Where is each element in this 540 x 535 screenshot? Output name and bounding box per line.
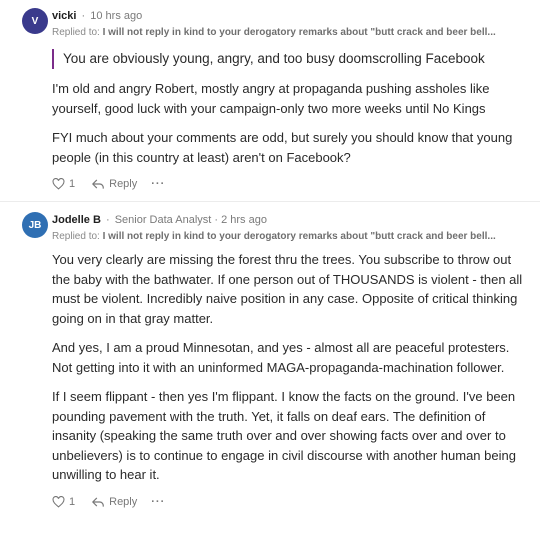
replied-to[interactable]: Replied to: I will not reply in kind to … (52, 230, 526, 244)
comment-paragraph: FYI much about your comments are odd, bu… (52, 130, 513, 165)
comment: V vicki · 10 hrs ago Replied to: I will … (0, 0, 540, 201)
more-options-icon[interactable]: ··· (151, 178, 165, 190)
comment-actions: 1 Reply ··· (52, 178, 526, 190)
replied-to-text: I will not reply in kind to your derogat… (102, 231, 496, 242)
timestamp: 10 hrs ago (90, 10, 143, 22)
comment-paragraph: If I seem flippant - then yes I'm flippa… (52, 389, 516, 482)
replied-to[interactable]: Replied to: I will not reply in kind to … (52, 26, 526, 40)
heart-icon (52, 178, 65, 190)
comment-paragraph: And yes, I am a proud Minnesotan, and ye… (52, 340, 510, 375)
author-name[interactable]: vicki (52, 10, 76, 22)
like-count: 1 (69, 178, 76, 190)
author-meta: Senior Data Analyst · 2 hrs ago (114, 214, 267, 226)
comment-header: Jodelle B · Senior Data Analyst · 2 hrs … (52, 212, 526, 228)
like-button[interactable]: 1 (52, 495, 76, 508)
replied-to-prefix: Replied to: (52, 27, 100, 38)
replied-to-prefix: Replied to: (52, 231, 100, 242)
comment: JB Jodelle B · Senior Data Analyst · 2 h… (0, 202, 540, 508)
comment-actions: 1 Reply ··· (52, 495, 526, 508)
separator: · (105, 214, 110, 226)
separator: · (81, 10, 86, 22)
like-count: 1 (69, 495, 76, 508)
reply-label: Reply (109, 495, 138, 508)
comment-paragraph: You very clearly are missing the forest … (52, 252, 523, 326)
more-options-icon[interactable]: ··· (151, 496, 165, 508)
avatar[interactable]: JB (22, 212, 48, 238)
reply-button[interactable]: Reply (91, 496, 137, 508)
replied-to-text: I will not reply in kind to your derogat… (102, 27, 496, 38)
avatar[interactable]: V (22, 8, 48, 34)
quoted-text: You are obviously young, angry, and too … (52, 49, 526, 69)
comment-header: vicki · 10 hrs ago (52, 8, 526, 24)
reply-arrow-icon (91, 496, 105, 508)
comment-paragraph: I'm old and angry Robert, mostly angry a… (52, 81, 490, 116)
reply-label: Reply (109, 178, 138, 190)
author-name[interactable]: Jodelle B (52, 214, 101, 226)
reply-arrow-icon (91, 178, 105, 190)
like-button[interactable]: 1 (52, 178, 75, 190)
reply-button[interactable]: Reply (91, 178, 137, 190)
heart-icon (52, 495, 65, 508)
